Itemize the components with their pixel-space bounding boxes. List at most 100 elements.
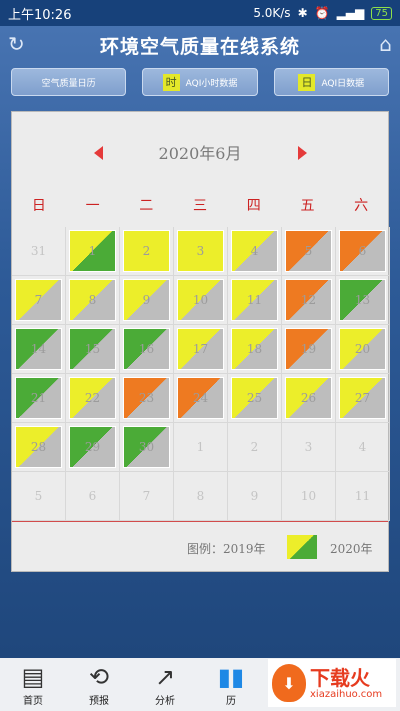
day-number: 26 (300, 391, 317, 405)
day-number: 2 (250, 440, 259, 454)
calendar-day[interactable]: 6 (336, 227, 390, 276)
tab-bar: 空气质量日历 时 AQI小时数据 日 AQI日数据 (11, 68, 389, 96)
calendar-day[interactable]: 12 (282, 276, 336, 325)
nav-history[interactable]: ▮▮ 历 (198, 658, 264, 711)
day-number: 7 (142, 489, 151, 503)
day-number: 9 (250, 489, 259, 503)
tab-calendar[interactable]: 空气质量日历 (11, 68, 127, 96)
day-number: 29 (84, 440, 101, 454)
calendar-day[interactable]: 14 (12, 325, 66, 374)
watermark-logo-icon: ⬇ (272, 664, 306, 702)
day-number: 27 (354, 391, 371, 405)
calendar-day[interactable]: 24 (174, 374, 228, 423)
calendar-day-outside: 8 (174, 472, 228, 521)
weekday-thu: 四 (246, 198, 261, 214)
weekday-wed: 三 (193, 198, 208, 214)
calendar-day-outside: 6 (66, 472, 120, 521)
calendar-day[interactable]: 8 (66, 276, 120, 325)
tab-daily-label: AQI日数据 (321, 78, 365, 89)
calendar-day[interactable]: 22 (66, 374, 120, 423)
calendar-day-outside: 4 (336, 423, 390, 472)
nav-forecast[interactable]: ⟲ 预报 (66, 658, 132, 711)
calendar-day[interactable]: 2 (120, 227, 174, 276)
day-badge-icon: 日 (298, 73, 316, 91)
home-icon[interactable]: ⌂ (379, 32, 392, 56)
day-number: 16 (138, 342, 155, 356)
nav-home-label: 首页 (23, 696, 43, 707)
day-number: 11 (354, 489, 371, 503)
calendar-day[interactable]: 25 (228, 374, 282, 423)
battery-level: 75 (375, 7, 388, 19)
app-header: ↻ 环境空气质量在线系统 ⌂ (0, 26, 400, 64)
calendar-day[interactable]: 11 (228, 276, 282, 325)
calendar-day-outside: 11 (336, 472, 390, 521)
calendar-day[interactable]: 10 (174, 276, 228, 325)
trend-chart-icon: ↗ (154, 663, 176, 691)
weekday-fri: 五 (300, 198, 315, 214)
calendar-day[interactable]: 9 (120, 276, 174, 325)
day-number: 4 (250, 244, 259, 258)
hour-badge-icon: 时 (162, 73, 180, 91)
calendar-day[interactable]: 13 (336, 276, 390, 325)
watermark-title: 下载火 (310, 665, 370, 690)
tab-hourly-label: AQI小时数据 (185, 78, 238, 89)
day-number: 1 (196, 440, 205, 454)
calendar-day[interactable]: 19 (282, 325, 336, 374)
calendar-day[interactable]: 21 (12, 374, 66, 423)
calendar-day[interactable]: 26 (282, 374, 336, 423)
calendar-day-outside: 2 (228, 423, 282, 472)
app-title: 环境空气质量在线系统 (99, 35, 300, 58)
watermark: ⬇ 下载火 xiazaihuo.com (268, 659, 396, 707)
legend-swatch (287, 535, 317, 559)
calendar-panel: 2020年6月 日 一 二 三 四 五 六 31 1 2 3 4 5 6 7 8 9 10 11 12 1… (11, 111, 390, 572)
calendar-day[interactable]: 30 (120, 423, 174, 472)
calendar-day[interactable]: 18 (228, 325, 282, 374)
day-number: 3 (304, 440, 313, 454)
calendar-day[interactable]: 29 (66, 423, 120, 472)
next-month-arrow-icon[interactable] (298, 146, 307, 160)
day-number: 20 (354, 342, 371, 356)
calendar-day-outside: 7 (120, 472, 174, 521)
watermark-sub: xiazaihuo.com (310, 688, 383, 700)
legend-year-b: 2020年 (330, 542, 373, 556)
prev-month-arrow-icon[interactable] (94, 146, 103, 160)
calendar-day[interactable]: 23 (120, 374, 174, 423)
refresh-icon[interactable]: ↻ (8, 32, 25, 56)
calendar-day[interactable]: 17 (174, 325, 228, 374)
tab-hourly[interactable]: 时 AQI小时数据 (142, 68, 258, 96)
calendar-day[interactable]: 7 (12, 276, 66, 325)
calendar-day[interactable]: 27 (336, 374, 390, 423)
day-number: 10 (300, 489, 317, 503)
nav-analysis-label: 分析 (155, 696, 175, 707)
status-right: 5.0K/s ✱ ⏰ ▂▄▆ 75 (253, 6, 392, 20)
calendar-day[interactable]: 28 (12, 423, 66, 472)
nav-analysis[interactable]: ↗ 分析 (132, 658, 198, 711)
weekday-tue: 二 (139, 198, 154, 214)
calendar-day[interactable]: 16 (120, 325, 174, 374)
calendar-day[interactable]: 4 (228, 227, 282, 276)
day-number: 10 (192, 293, 209, 307)
status-bar: 上午10:26 5.0K/s ✱ ⏰ ▂▄▆ 75 (0, 0, 400, 26)
weekday-mon: 一 (85, 198, 100, 214)
calendar-day[interactable]: 20 (336, 325, 390, 374)
legend-label-2019: 图例：2019年 (187, 540, 266, 557)
calendar-day[interactable]: 3 (174, 227, 228, 276)
nav-home[interactable]: ▤ 首页 (0, 658, 66, 711)
day-number: 22 (84, 391, 101, 405)
calendar-day-outside: 3 (282, 423, 336, 472)
calendar-day[interactable]: 1 (66, 227, 120, 276)
calendar-day-outside: 10 (282, 472, 336, 521)
day-number: 4 (358, 440, 367, 454)
day-number: 18 (246, 342, 263, 356)
calendar-day[interactable]: 15 (66, 325, 120, 374)
day-number: 8 (88, 293, 97, 307)
legend: 图例：2019年 2020年 (12, 532, 388, 562)
tab-daily[interactable]: 日 AQI日数据 (273, 68, 389, 96)
day-number: 1 (88, 244, 97, 258)
calendar-day[interactable]: 5 (282, 227, 336, 276)
calendar-day-outside: 1 (174, 423, 228, 472)
weekday-sat: 六 (354, 198, 369, 214)
day-number: 6 (88, 489, 97, 503)
bar-chart-icon: ▮▮ (217, 663, 245, 691)
day-number: 14 (30, 342, 47, 356)
